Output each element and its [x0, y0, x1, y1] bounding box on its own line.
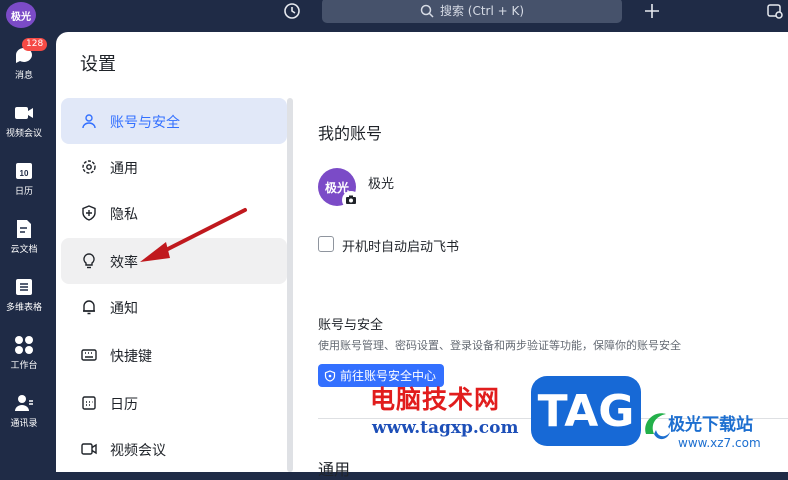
rail-label: 日历 — [14, 187, 33, 197]
watermark-cn: 电脑技术网 — [370, 385, 501, 414]
gear-icon — [82, 160, 96, 174]
nav-item-privacy[interactable]: 隐私 — [61, 190, 287, 236]
search-label: 搜索 (Ctrl + K) — [439, 4, 525, 18]
watermark-tag-logo: TAG — [531, 376, 641, 446]
nav-item-general[interactable]: 通用 — [61, 144, 287, 190]
autostart-label[interactable]: 开机时自动启动飞书 — [342, 236, 459, 255]
account-name: 极光 — [368, 177, 395, 192]
rail-item-docs[interactable]: 云文档 — [0, 218, 48, 255]
watermark-site-url: www.xz7.com — [678, 436, 761, 450]
nav-item-shortcuts[interactable]: 快捷键 — [61, 332, 287, 378]
nav-label: 通知 — [110, 301, 138, 317]
section-title-my-account: 我的账号 — [318, 124, 383, 143]
watermark-site-name: 极光下载站 — [668, 415, 753, 435]
nav-item-calendar[interactable]: 日历 — [61, 380, 287, 426]
bell-icon — [83, 300, 95, 315]
nav-label: 通用 — [110, 161, 138, 177]
nav-item-account-security[interactable]: 账号与安全 — [61, 98, 287, 144]
search-icon — [420, 4, 434, 18]
nav-item-notifications[interactable]: 通知 — [61, 284, 287, 330]
camera-icon — [346, 195, 356, 204]
video-icon — [81, 443, 97, 455]
user-icon — [82, 114, 96, 129]
shield-icon — [324, 369, 336, 382]
rail-item-calendar[interactable]: 10 日历 — [0, 160, 48, 197]
top-bar: 极光 搜索 (Ctrl + K) — [0, 0, 788, 32]
rail-label: 通讯录 — [10, 419, 38, 429]
nav-label: 快捷键 — [110, 349, 152, 365]
search-box[interactable]: 搜索 (Ctrl + K) — [322, 0, 622, 23]
unread-badge: 128 — [22, 38, 48, 51]
history-icon[interactable] — [282, 1, 302, 21]
rail-item-base[interactable]: 多维表格 — [0, 276, 48, 313]
rail-label: 多维表格 — [5, 303, 42, 313]
page-title: 设置 — [80, 54, 116, 75]
settings-nav: 账号与安全 通用 隐私 效率 通知 快捷键 日历 视频会议 — [56, 96, 296, 472]
user-avatar[interactable]: 极光 — [6, 2, 36, 28]
apps-icon — [15, 336, 33, 354]
keyboard-icon — [81, 349, 97, 361]
table-icon — [16, 279, 32, 295]
rail-item-video[interactable]: 视频会议 — [0, 102, 48, 139]
calendar-icon: 10 — [16, 163, 32, 179]
nav-label: 隐私 — [110, 207, 138, 223]
plus-icon[interactable] — [643, 2, 661, 20]
autostart-checkbox[interactable] — [318, 236, 334, 252]
nav-label: 账号与安全 — [110, 115, 180, 131]
rail-label: 消息 — [14, 71, 33, 81]
settings-shortcut-icon[interactable] — [766, 2, 784, 20]
nav-label: 视频会议 — [110, 443, 166, 459]
video-icon — [15, 107, 33, 119]
rail-label: 工作台 — [10, 361, 38, 371]
rail-label: 视频会议 — [5, 129, 42, 139]
security-description: 使用账号管理、密码设置、登录设备和两步验证等功能，保障你的账号安全 — [318, 339, 681, 352]
rail-label: 云文档 — [10, 245, 38, 255]
calendar-day: 10 — [20, 169, 29, 178]
change-avatar-button[interactable] — [342, 191, 360, 209]
rail-item-workplace[interactable]: 工作台 — [0, 334, 48, 371]
security-title: 账号与安全 — [318, 318, 384, 333]
nav-item-video-meeting[interactable]: 视频会议 — [61, 426, 287, 472]
rail-item-contacts[interactable]: 通讯录 — [0, 392, 48, 429]
nav-label: 日历 — [110, 397, 138, 413]
calendar-icon — [82, 396, 96, 410]
shield-icon — [82, 205, 96, 221]
nav-label: 效率 — [110, 255, 138, 271]
contacts-icon — [15, 395, 33, 411]
watermark-url: www.tagxp.com — [372, 418, 519, 438]
doc-icon — [17, 220, 31, 238]
app-rail: 128 消息 视频会议 10 日历 云文档 多维表格 工作台 通讯录 — [0, 32, 48, 460]
lightbulb-icon — [83, 253, 95, 269]
nav-item-efficiency[interactable]: 效率 — [61, 238, 287, 284]
rail-item-messages[interactable]: 128 消息 — [0, 38, 48, 81]
nav-scrollbar[interactable] — [287, 98, 293, 472]
